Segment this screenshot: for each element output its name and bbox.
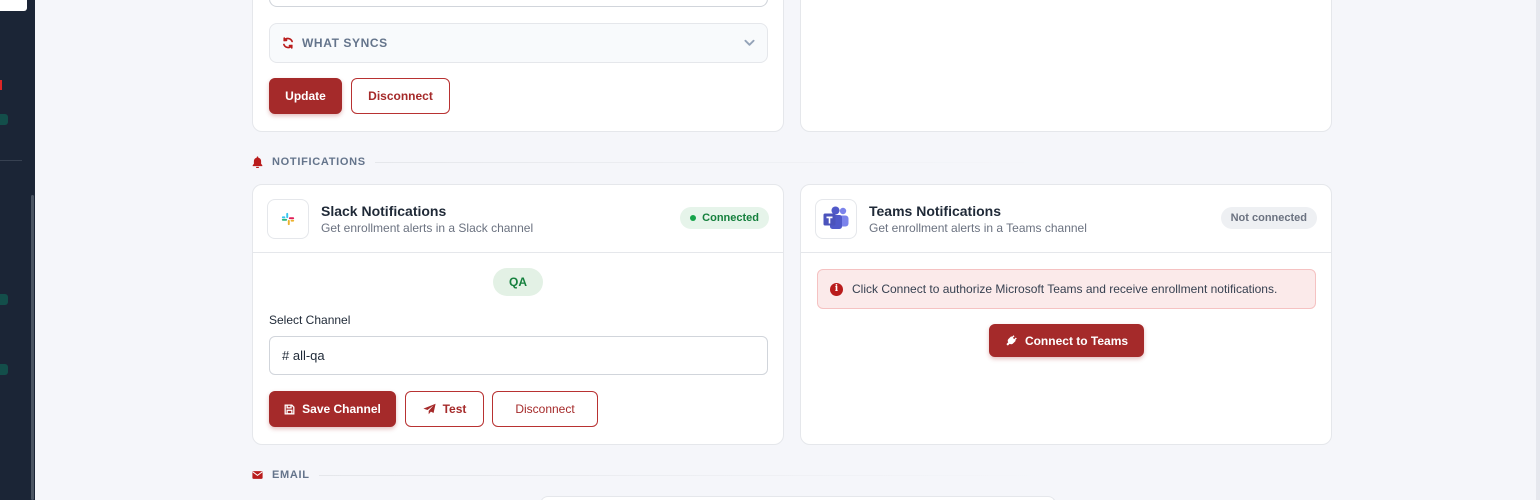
sync-integration-card: WHAT SYNCS Update Disconnect — [252, 0, 784, 132]
sidebar-search-stub[interactable] — [0, 0, 27, 11]
section-divider — [318, 474, 1052, 476]
connect-to-teams-button[interactable]: Connect to Teams — [989, 324, 1144, 357]
select-channel-label: Select Channel — [269, 313, 351, 327]
paper-plane-icon — [423, 403, 436, 415]
slack-description: Get enrollment alerts in a Slack channel — [321, 221, 534, 235]
sidebar-new-badge — [0, 294, 8, 305]
sidebar-divider — [0, 160, 22, 161]
teams-status-badge: Not connected — [1220, 207, 1317, 229]
email-card-top — [540, 496, 1056, 500]
sidebar — [0, 0, 35, 500]
email-label: EMAIL — [272, 469, 310, 481]
info-circle-icon: i — [830, 282, 843, 296]
test-label: Test — [442, 402, 467, 416]
what-syncs-accordion[interactable]: WHAT SYNCS — [269, 23, 768, 63]
slack-title: Slack Notifications — [321, 203, 447, 219]
page-scrollbar-track[interactable] — [1536, 0, 1540, 500]
notifications-label: NOTIFICATIONS — [272, 156, 366, 168]
update-button[interactable]: Update — [269, 78, 342, 114]
teams-logo-icon — [815, 199, 857, 239]
test-button[interactable]: Test — [405, 391, 484, 427]
teams-info-alert: i Click Connect to authorize Microsoft T… — [817, 269, 1316, 309]
connect-to-teams-label: Connect to Teams — [1024, 333, 1129, 348]
bell-icon — [252, 156, 263, 168]
sidebar-new-badge — [0, 114, 8, 125]
slack-channel-input[interactable] — [269, 336, 768, 375]
sync-input-field[interactable] — [269, 0, 768, 7]
slack-status-text: Connected — [702, 212, 759, 224]
slack-workspace-chip: QA — [493, 268, 543, 296]
section-divider — [374, 161, 1052, 163]
teams-notifications-card: Teams Notifications Get enrollment alert… — [800, 184, 1332, 445]
status-dot-icon — [690, 215, 697, 221]
slack-notifications-card: Slack Notifications Get enrollment alert… — [252, 184, 784, 445]
slack-card-header: Slack Notifications Get enrollment alert… — [253, 185, 783, 253]
teams-description: Get enrollment alerts in a Teams channel — [869, 221, 1087, 235]
chevron-down-icon[interactable] — [744, 36, 755, 50]
integration-card-right — [800, 0, 1332, 132]
notifications-section-header: NOTIFICATIONS — [252, 156, 1052, 168]
slack-disconnect-button[interactable]: Disconnect — [492, 391, 598, 427]
save-channel-button[interactable]: Save Channel — [269, 391, 396, 427]
sidebar-scrollbar[interactable] — [31, 195, 34, 500]
refresh-icon — [282, 37, 294, 49]
plug-icon — [1005, 334, 1018, 347]
save-channel-label: Save Channel — [302, 402, 381, 416]
envelope-icon — [252, 470, 263, 480]
sidebar-active-indicator — [0, 80, 2, 90]
what-syncs-label: WHAT SYNCS — [302, 36, 388, 50]
teams-title: Teams Notifications — [869, 203, 1001, 219]
floppy-disk-icon — [284, 404, 295, 415]
sidebar-new-badge — [0, 364, 8, 375]
slack-logo-icon — [267, 199, 309, 239]
email-section-header: EMAIL — [252, 469, 1052, 481]
sync-disconnect-button[interactable]: Disconnect — [351, 78, 450, 114]
teams-alert-text: Click Connect to authorize Microsoft Tea… — [852, 282, 1278, 296]
teams-card-header: Teams Notifications Get enrollment alert… — [801, 185, 1331, 253]
slack-status-badge: Connected — [680, 207, 769, 229]
